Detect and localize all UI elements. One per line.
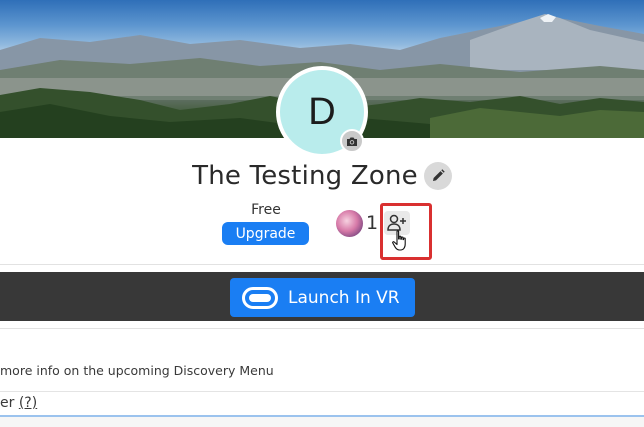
discovery-info-text: more info on the upcoming Discovery Menu [0, 363, 274, 378]
member-avatar[interactable] [336, 210, 363, 237]
divider [0, 391, 644, 392]
bottom-strip [0, 417, 644, 427]
divider [0, 328, 644, 329]
camera-icon [347, 137, 357, 146]
help-link[interactable]: (?) [19, 395, 37, 411]
field-label-row: er (?) [0, 395, 37, 411]
launch-vr-button[interactable]: Launch In VR [230, 278, 415, 317]
vr-headset-icon [242, 286, 278, 309]
divider [0, 264, 644, 265]
hand-pointer-icon [392, 230, 409, 257]
title-row: The Testing Zone [0, 158, 644, 194]
edit-title-button[interactable] [423, 162, 452, 190]
plan-label: Free [251, 202, 281, 218]
field-label: er [0, 395, 15, 411]
launch-vr-label: Launch In VR [288, 287, 400, 308]
change-avatar-button[interactable] [340, 129, 364, 153]
page-title: The Testing Zone [192, 161, 418, 191]
upgrade-button[interactable]: Upgrade [222, 222, 309, 245]
member-count: 1 [366, 212, 379, 234]
avatar-letter: D [308, 90, 336, 133]
pencil-icon [432, 169, 445, 181]
